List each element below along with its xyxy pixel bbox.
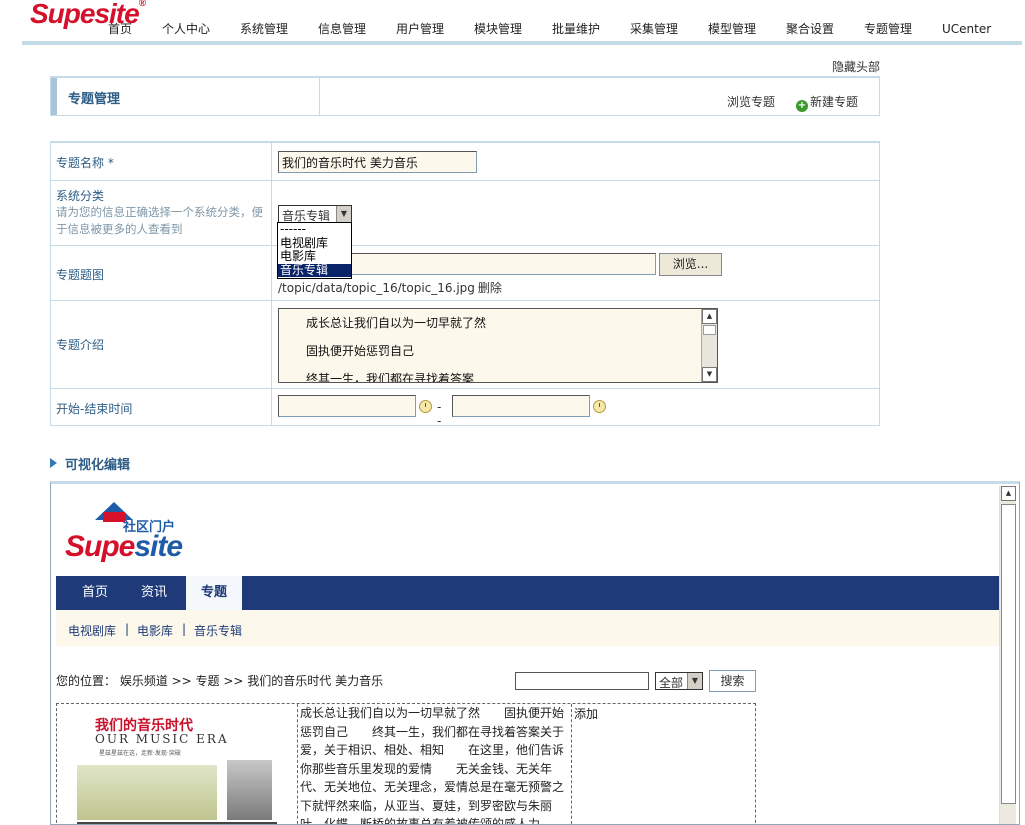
nav-ucenter[interactable]: UCenter bbox=[942, 22, 991, 36]
intro-textarea[interactable]: 成长总让我们自以为一切早就了然 固执便开始惩罚自己 终其一生，我们都在寻找着答案… bbox=[278, 308, 718, 383]
end-time-input[interactable] bbox=[452, 395, 590, 417]
chevron-down-icon[interactable]: ▼ bbox=[336, 206, 351, 222]
nav-personal-center[interactable]: 个人中心 bbox=[162, 20, 210, 37]
top-bar: Supesite® 首页 个人中心 系统管理 信息管理 用户管理 模块管理 批量… bbox=[0, 0, 1025, 48]
subnav-separator: | bbox=[125, 622, 130, 636]
expand-triangle-icon bbox=[50, 458, 57, 468]
preview-topic-content: 我们的音乐时代 OUR MUSIC ERA 星兹星兹在这，走新·发现·突破 成长… bbox=[56, 703, 756, 824]
form-row-image: 专题题图 浏览... /topic/data/topic_16/topic_16… bbox=[50, 246, 880, 301]
category-option[interactable]: ------ bbox=[278, 222, 351, 237]
add-block-link[interactable]: 添加 bbox=[574, 705, 598, 722]
preview-logo-brand: Supesite bbox=[65, 530, 183, 563]
nav-topic-management[interactable]: 专题管理 bbox=[864, 20, 912, 37]
time-label-cell: 开始-结束时间 bbox=[51, 389, 272, 425]
banner-subtitle: OUR MUSIC ERA bbox=[95, 732, 229, 746]
visual-edit-heading[interactable]: 可视化编辑 bbox=[50, 454, 130, 473]
intro-label-cell: 专题介绍 bbox=[51, 301, 272, 388]
intro-line: 固执便开始惩罚自己 bbox=[306, 344, 415, 358]
start-time-input[interactable] bbox=[278, 395, 416, 417]
title-accent-bar bbox=[51, 78, 57, 115]
preview-nav-news[interactable]: 资讯 bbox=[141, 576, 167, 610]
hide-header-link[interactable]: 隐藏头部 bbox=[832, 58, 880, 75]
nav-batch-maintenance[interactable]: 批量维护 bbox=[552, 20, 600, 37]
image-path-text: /topic/data/topic_16/topic_16.jpg bbox=[278, 281, 475, 295]
category-hint: 请为您的信息正确选择一个系统分类，便于信息被更多的人查看到 bbox=[56, 205, 263, 236]
title-panel: 专题管理 浏览专题 + 新建专题 bbox=[50, 76, 880, 116]
image-label-cell: 专题题图 bbox=[51, 246, 272, 300]
topic-banner-image: 我们的音乐时代 OUR MUSIC ERA 星兹星兹在这，走新·发现·突破 bbox=[77, 710, 277, 824]
preview-scrollbar[interactable]: ▲ bbox=[999, 486, 1016, 824]
image-path: /topic/data/topic_16/topic_16.jpg 删除 bbox=[278, 279, 502, 296]
time-label: 开始-结束时间 bbox=[56, 402, 133, 416]
category-label: 系统分类 bbox=[56, 189, 105, 203]
form-row-time: 开始-结束时间 -- bbox=[50, 389, 880, 428]
page-title: 专题管理 bbox=[68, 92, 121, 107]
topic-form: 专题名称 * 我们的音乐时代 美力音乐 系统分类 请为您的信息正确选择一个系统分… bbox=[50, 141, 880, 428]
house-base-icon bbox=[103, 512, 125, 522]
plus-icon: + bbox=[796, 100, 808, 112]
banner-photo bbox=[227, 760, 272, 820]
clock-icon[interactable] bbox=[593, 400, 606, 413]
intro-line: 成长总让我们自以为一切早就了然 bbox=[306, 316, 487, 330]
form-row-category: 系统分类 请为您的信息正确选择一个系统分类，便于信息被更多的人查看到 音乐专辑 … bbox=[50, 181, 880, 246]
topic-name-input[interactable]: 我们的音乐时代 美力音乐 bbox=[278, 151, 477, 173]
clock-icon[interactable] bbox=[419, 400, 432, 413]
image-label: 专题题图 bbox=[56, 268, 105, 282]
banner-small-text: 星兹星兹在这，走新·发现·突破 bbox=[99, 750, 181, 757]
scroll-down-icon[interactable]: ▼ bbox=[702, 367, 717, 382]
category-option[interactable]: 电影库 bbox=[278, 249, 351, 264]
name-label: 专题名称 * bbox=[56, 156, 114, 170]
category-label-cell: 系统分类 请为您的信息正确选择一个系统分类，便于信息被更多的人查看到 bbox=[51, 181, 272, 245]
preview-search-input[interactable] bbox=[515, 672, 649, 690]
nav-info-management[interactable]: 信息管理 bbox=[318, 20, 366, 37]
preview-body-text[interactable]: 成长总让我们自以为一切早就了然 固执便开始惩罚自己 终其一生，我们都在寻找着答案… bbox=[297, 704, 572, 824]
intro-scrollbar[interactable]: ▲ ▼ bbox=[701, 309, 717, 382]
chevron-down-icon[interactable]: ▼ bbox=[687, 673, 702, 689]
preview-breadcrumb: 您的位置： 娱乐频道 >> 专题 >> 我们的音乐时代 美力音乐 bbox=[56, 674, 384, 688]
category-dropdown-list: ------ 电视剧库 电影库 音乐专辑 bbox=[277, 222, 352, 279]
search-scope-value: 全部 bbox=[659, 676, 684, 690]
subnav-separator: | bbox=[182, 622, 187, 636]
category-option[interactable]: 电视剧库 bbox=[278, 236, 351, 251]
preview-search-button[interactable]: 搜索 bbox=[709, 670, 756, 692]
nav-system-management[interactable]: 系统管理 bbox=[240, 20, 288, 37]
banner-photo bbox=[77, 765, 217, 820]
scroll-thumb[interactable] bbox=[703, 325, 716, 335]
preview-nav-topics[interactable]: 专题 bbox=[186, 576, 243, 610]
panel-divider bbox=[319, 78, 320, 115]
delete-image-link[interactable]: 删除 bbox=[478, 281, 502, 295]
name-label-cell: 专题名称 * bbox=[51, 143, 272, 180]
form-row-intro: 专题介绍 成长总让我们自以为一切早就了然 固执便开始惩罚自己 终其一生，我们都在… bbox=[50, 301, 880, 389]
preview-nav-home[interactable]: 首页 bbox=[82, 576, 108, 610]
intro-line: 终其一生，我们都在寻找着答案 bbox=[306, 372, 475, 383]
nav-model-management[interactable]: 模型管理 bbox=[708, 20, 756, 37]
scroll-thumb[interactable] bbox=[1001, 504, 1016, 804]
category-option-selected[interactable]: 音乐专辑 bbox=[278, 263, 351, 277]
nav-home[interactable]: 首页 bbox=[108, 20, 132, 37]
preview-nav: 首页 资讯 专题 bbox=[56, 576, 1001, 610]
nav-aggregate-settings[interactable]: 聚合设置 bbox=[786, 20, 834, 37]
category-select[interactable]: 音乐专辑 ▼ bbox=[278, 205, 352, 223]
top-divider bbox=[22, 41, 1022, 45]
time-separator: -- bbox=[437, 400, 442, 428]
nav-user-management[interactable]: 用户管理 bbox=[396, 20, 444, 37]
nav-module-management[interactable]: 模块管理 bbox=[474, 20, 522, 37]
scroll-up-icon[interactable]: ▲ bbox=[1001, 486, 1016, 501]
preview-subnav: 电视剧库 | 电影库 | 音乐专辑 bbox=[56, 610, 1001, 646]
preview-subnav-tv[interactable]: 电视剧库 bbox=[68, 622, 116, 639]
preview-subnav-music[interactable]: 音乐专辑 bbox=[194, 622, 242, 639]
form-row-name: 专题名称 * 我们的音乐时代 美力音乐 bbox=[50, 143, 880, 181]
browse-topics-link[interactable]: 浏览专题 bbox=[727, 93, 775, 110]
preview-search-scope-select[interactable]: 全部 ▼ bbox=[655, 672, 703, 690]
new-topic-label: 新建专题 bbox=[810, 95, 859, 109]
scroll-up-icon[interactable]: ▲ bbox=[702, 309, 717, 324]
browse-file-button[interactable]: 浏览... bbox=[659, 253, 722, 276]
nav-collect-management[interactable]: 采集管理 bbox=[630, 20, 678, 37]
preview-subnav-movie[interactable]: 电影库 bbox=[137, 622, 173, 639]
visual-edit-title: 可视化编辑 bbox=[65, 458, 131, 473]
visual-edit-frame: 社区门户 Supesite 首页 资讯 专题 电视剧库 | 电影库 | 音乐专辑… bbox=[50, 481, 1020, 825]
intro-label: 专题介绍 bbox=[56, 338, 105, 352]
new-topic-link[interactable]: + 新建专题 bbox=[796, 93, 858, 112]
